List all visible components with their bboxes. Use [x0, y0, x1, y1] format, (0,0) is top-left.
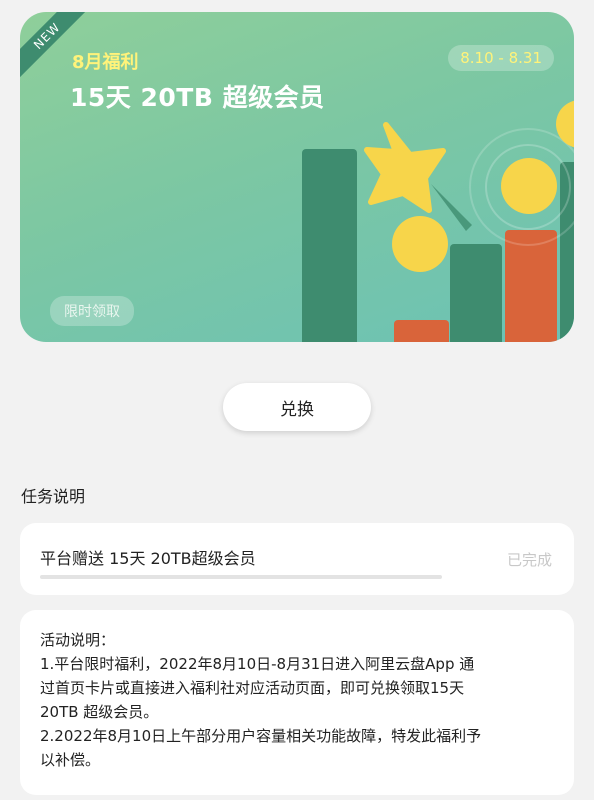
- description-heading: 活动说明：: [40, 631, 116, 649]
- chart-bar-tall: [302, 149, 357, 342]
- date-range-badge: 8.10 - 8.31: [448, 45, 554, 71]
- banner-subtitle: 8月福利: [72, 52, 139, 73]
- limited-time-badge: 限时领取: [50, 296, 134, 326]
- task-label: 平台赠送 15天 20TB超级会员: [40, 549, 256, 568]
- coin-large: [501, 158, 557, 214]
- chart-bar-edge: [560, 162, 574, 342]
- description-line: 以补偿。: [40, 751, 101, 769]
- task-progress-bar: [40, 575, 442, 579]
- task-card: 平台赠送 15天 20TB超级会员 已完成: [20, 523, 574, 595]
- chart-bar-orange: [505, 230, 557, 342]
- task-progress-fill: [40, 575, 442, 579]
- chart-bar-small-orange: [394, 320, 449, 342]
- star-shape: [364, 122, 446, 213]
- activity-description-card: 活动说明： 1.平台限时福利，2022年8月10日-8月31日进入阿里云盘App…: [20, 610, 574, 795]
- task-section-title: 任务说明: [21, 487, 86, 506]
- description-line: 1.平台限时福利，2022年8月10日-8月31日进入阿里云盘App 通: [40, 655, 475, 673]
- task-status: 已完成: [506, 551, 552, 569]
- description-line: 过首页卡片或直接进入福利社对应活动页面，即可兑换领取15天: [40, 679, 465, 697]
- banner-title: 15天 20TB 超级会员: [70, 83, 325, 112]
- description-line: 2.2022年8月10日上午部分用户容量相关功能故障，特发此福利予: [40, 727, 482, 745]
- description-line: 20TB 超级会员。: [40, 703, 159, 721]
- coin-left: [392, 216, 448, 272]
- chart-bar-mid: [450, 244, 502, 342]
- promo-banner[interactable]: NEW 8月福利 15天 20TB 超级会员 8.10 - 8.31 限时领取: [20, 12, 574, 342]
- coin-top-edge: [556, 100, 574, 148]
- redeem-button[interactable]: 兑换: [223, 383, 371, 431]
